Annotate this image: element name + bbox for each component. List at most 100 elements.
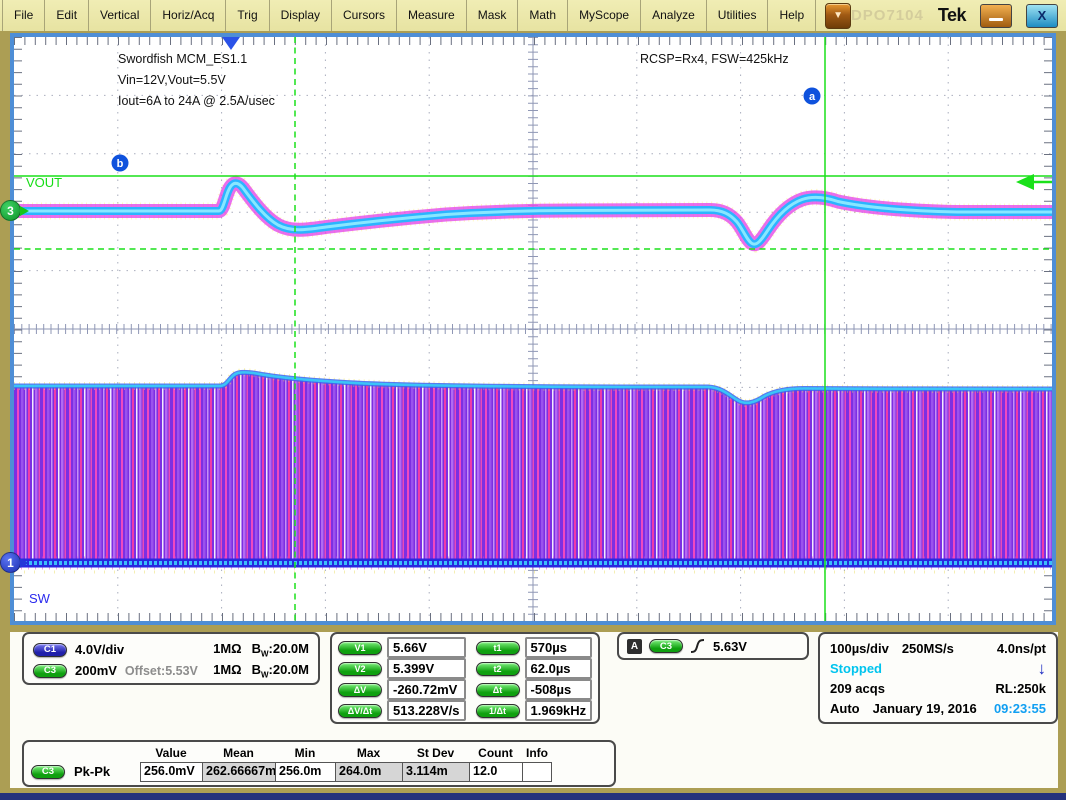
horizontal-panel: 100µs/div 250MS/s 4.0ns/pt Stopped ↓ 209… — [818, 632, 1058, 724]
rising-edge-icon — [690, 638, 706, 654]
right-bezel-strip — [1058, 632, 1066, 788]
col-header-stdev: St Dev — [402, 746, 469, 760]
delta-t-value: -508µs — [525, 679, 593, 700]
measurement-info — [522, 762, 552, 782]
channel-1-badge[interactable]: 1 — [0, 552, 21, 573]
vout-label: VOUT — [26, 175, 62, 190]
time-label: 09:23:55 — [994, 701, 1046, 716]
measurement-table: Value Mean Min Max St Dev Count Info C3 … — [22, 740, 616, 787]
dv-dt-pill[interactable]: ΔV/Δt — [338, 704, 382, 718]
trigger-source-pill[interactable]: C3 — [649, 639, 683, 653]
v2-value: 5.399V — [387, 658, 466, 679]
v2-pill[interactable]: V2 — [338, 662, 382, 676]
menu-item-analyze[interactable]: Analyze — [641, 0, 707, 31]
model-label: DPO7104 — [851, 7, 924, 24]
annotation-line-2: Vin=12V,Vout=5.5V — [118, 73, 226, 87]
t1-pill[interactable]: t1 — [476, 641, 520, 655]
measurement-row: C3 Pk-Pk 256.0mV 262.66667m 256.0m 264.0… — [28, 761, 610, 782]
tek-logo: Tek — [938, 5, 966, 26]
menu-item-mask[interactable]: Mask — [467, 0, 519, 31]
trigger-position-icon[interactable] — [222, 37, 240, 50]
marker-a: a — [804, 88, 821, 105]
annotation-line-1: Swordfish MCM_ES1.1 — [118, 52, 247, 66]
menu-bar: File Edit Vertical Horiz/Acq Trig Displa… — [0, 0, 1066, 31]
v1-pill[interactable]: V1 — [338, 641, 382, 655]
menu-item-measure[interactable]: Measure — [397, 0, 467, 31]
c1-scale: 4.0V/div — [75, 642, 124, 657]
menu-item-file[interactable]: File — [2, 0, 45, 31]
sw-waveform — [14, 372, 1052, 572]
scope-screen: b a Swordfish MCM_ES1.1 Vin=12V,Vout=5.5… — [10, 33, 1056, 625]
trigger-mode: Auto — [830, 701, 860, 716]
dv-dt-value: 513.228V/s — [387, 700, 466, 721]
menu-item-vertical[interactable]: Vertical — [89, 0, 151, 31]
menu-dropdown-button[interactable]: ▼ — [825, 3, 851, 29]
arrow-down-icon: ↓ — [1038, 660, 1047, 677]
minimize-icon — [989, 18, 1003, 21]
measurement-count: 12.0 — [469, 762, 522, 782]
delta-v-value: -260.72mV — [387, 679, 466, 700]
left-bezel-strip — [0, 632, 10, 788]
measurement-name: Pk-Pk — [74, 764, 110, 779]
c3-bandwidth: BW:20.0M — [252, 662, 309, 680]
channel-3-arrow-icon — [20, 206, 29, 216]
sample-rate-value: 250MS/s — [902, 641, 954, 656]
scope-display-frame: b a Swordfish MCM_ES1.1 Vin=12V,Vout=5.5… — [0, 31, 1066, 632]
measurement-mean: 262.66667m — [202, 762, 275, 782]
col-header-value: Value — [140, 746, 202, 760]
t1-value: 570µs — [525, 637, 593, 658]
menu-item-display[interactable]: Display — [270, 0, 332, 31]
col-header-count: Count — [469, 746, 522, 760]
trigger-a-badge: A — [627, 639, 642, 654]
bottom-bar — [0, 793, 1066, 800]
inv-delta-t-value: 1.969kHz — [525, 700, 593, 721]
close-button[interactable]: X — [1026, 4, 1058, 28]
timebase-value: 100µs/div — [830, 641, 889, 656]
delta-v-pill[interactable]: ΔV — [338, 683, 382, 697]
close-icon: X — [1038, 8, 1047, 23]
trigger-level-value: 5.63V — [713, 639, 747, 654]
acquisition-status: Stopped — [830, 661, 882, 676]
v1-value: 5.66V — [387, 637, 466, 658]
col-header-info: Info — [522, 746, 552, 760]
delta-t-pill[interactable]: Δt — [476, 683, 520, 697]
annotation-line-3: Iout=6A to 24A @ 2.5A/usec — [118, 94, 275, 108]
date-label: January 19, 2016 — [873, 701, 977, 716]
channel-1-arrow-icon — [20, 558, 29, 568]
c3-impedance: 1MΩ — [213, 662, 241, 680]
c1-impedance: 1MΩ — [213, 641, 241, 659]
menu-item-cursors[interactable]: Cursors — [332, 0, 397, 31]
c1-pill[interactable]: C1 — [33, 643, 67, 657]
annotation-right: RCSP=Rx4, FSW=425kHz — [640, 52, 789, 66]
measurement-value: 256.0mV — [140, 762, 202, 782]
menu-item-myscope[interactable]: MyScope — [568, 0, 641, 31]
marker-b: b — [112, 155, 129, 172]
menu-item-horiz-acq[interactable]: Horiz/Acq — [151, 0, 226, 31]
dropdown-arrow-icon: ▼ — [833, 11, 843, 21]
measurement-stdev: 3.114m — [402, 762, 469, 782]
graticule[interactable]: b a Swordfish MCM_ES1.1 Vin=12V,Vout=5.5… — [14, 37, 1052, 621]
menu-item-trig[interactable]: Trig — [226, 0, 269, 31]
svg-text:a: a — [809, 91, 816, 103]
t2-pill[interactable]: t2 — [476, 662, 520, 676]
c3-pill[interactable]: C3 — [33, 664, 67, 678]
menu-item-math[interactable]: Math — [518, 0, 568, 31]
trigger-panel[interactable]: A C3 5.63V — [617, 632, 809, 660]
inv-delta-t-pill[interactable]: 1/Δt — [476, 704, 520, 718]
c3-offset: Offset:5.53V — [125, 664, 198, 678]
measurement-channel-pill[interactable]: C3 — [31, 765, 65, 779]
cursor-readout-panel: V15.66V t1570µs V25.399V t262.0µs ΔV-260… — [330, 632, 600, 724]
acquisition-count: 209 acqs — [830, 681, 885, 696]
channel-3-badge[interactable]: 3 — [0, 200, 21, 221]
menu-item-utilities[interactable]: Utilities — [707, 0, 769, 31]
minimize-button[interactable] — [980, 4, 1012, 28]
svg-text:b: b — [117, 158, 124, 170]
col-header-max: Max — [335, 746, 402, 760]
measurement-min: 256.0m — [275, 762, 335, 782]
menu-item-edit[interactable]: Edit — [45, 0, 89, 31]
menu-item-help[interactable]: Help — [768, 0, 816, 31]
sw-label: SW — [29, 591, 51, 606]
c3-scale: 200mV — [75, 663, 117, 678]
col-header-min: Min — [275, 746, 335, 760]
measurement-max: 264.0m — [335, 762, 402, 782]
